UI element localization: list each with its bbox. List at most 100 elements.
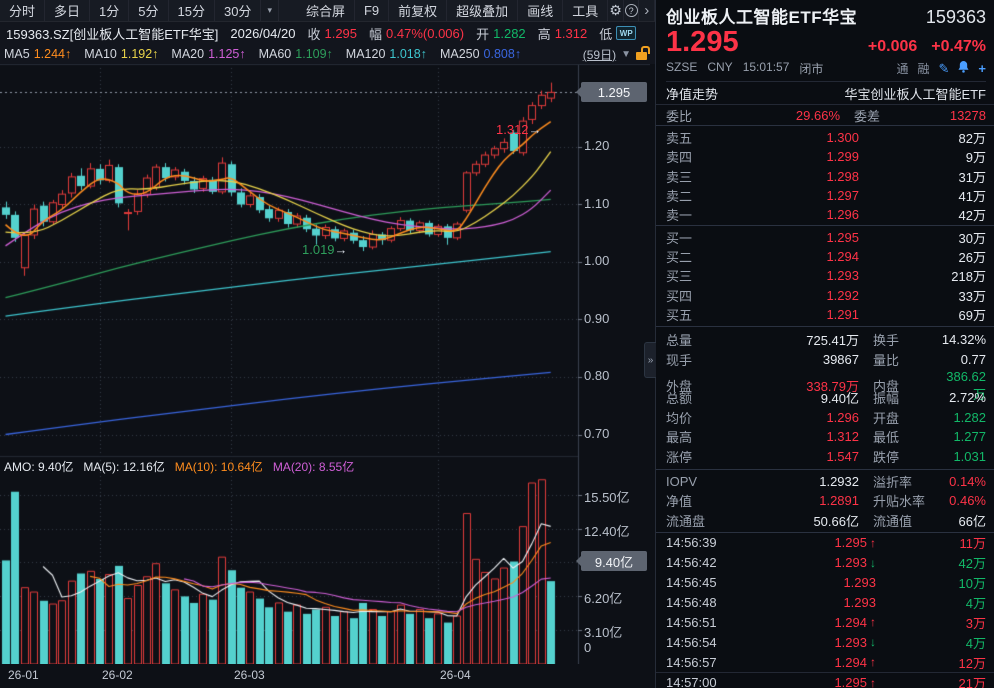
tick-row[interactable]: 14:56:451.29310万: [656, 573, 994, 593]
price-axis-label: 1.00: [584, 253, 609, 268]
stat-label: 总量: [666, 330, 724, 349]
period-59d-selector[interactable]: (59日): [583, 46, 616, 63]
add-watchlist-icon[interactable]: +: [978, 61, 986, 76]
volume-axis-label: 12.40亿: [584, 521, 630, 540]
open-label: 开: [476, 24, 489, 43]
kline-chart[interactable]: [0, 64, 650, 664]
tab-5min[interactable]: 5分: [129, 0, 168, 21]
bid-row[interactable]: 买五1.29169万: [656, 305, 994, 324]
weibi-label: 委比: [666, 106, 722, 125]
tab-15min[interactable]: 15分: [169, 0, 215, 21]
tick-volume: 4万: [876, 633, 986, 652]
alert-bell-icon[interactable]: [958, 61, 969, 76]
tab-super-overlay[interactable]: 超级叠加: [447, 0, 518, 21]
ma250-indicator[interactable]: MA2500.808↑: [440, 47, 521, 61]
bid-row[interactable]: 买一1.29530万: [656, 227, 994, 246]
quote-header: 创业板人工智能ETF华宝 159363 1.295 +0.006 +0.47% …: [656, 0, 994, 82]
panel-collapse-handle[interactable]: »: [644, 342, 656, 378]
tab-1min[interactable]: 1分: [90, 0, 129, 21]
tab-forward-adjusted[interactable]: 前复权: [389, 0, 447, 21]
tick-row[interactable]: 14:57:001.295↑21万: [656, 672, 994, 688]
ma-indicator-bar: MA51.244↑ MA101.192↑ MA201.125↑ MA601.10…: [0, 44, 655, 64]
volume-axis-label: 6.20亿: [584, 588, 622, 607]
unlock-icon[interactable]: [636, 52, 647, 60]
stat-label: 流通值: [859, 511, 941, 530]
date-axis-label: 26-04: [440, 668, 471, 682]
bid-row[interactable]: 买二1.29426万: [656, 247, 994, 266]
ask-price: 1.297: [724, 188, 859, 203]
tick-price: 1.293: [843, 575, 876, 590]
ask-label: 卖四: [666, 147, 724, 166]
ma20-indicator[interactable]: MA201.125↑: [171, 47, 245, 61]
stat-value: 2.72%: [941, 390, 986, 405]
high-value: 1.312: [555, 26, 588, 41]
ma10-indicator[interactable]: MA101.192↑: [84, 47, 158, 61]
ask-label: 卖一: [666, 205, 724, 224]
tick-volume: 42万: [876, 553, 986, 572]
current-amount-badge: 9.40亿: [581, 551, 647, 571]
fund-full-name[interactable]: 华宝创业板人工智能ETF: [844, 84, 986, 103]
trading-app-window: 分时 多日 1分 5分 15分 30分 ▾ 综合屏 F9 前复权 超级叠加 画线…: [0, 0, 994, 688]
edit-pencil-icon[interactable]: ✎: [939, 61, 950, 77]
period-dropdown-icon[interactable]: ▾: [261, 0, 279, 21]
stat-label: 振幅: [859, 388, 941, 407]
tick-row[interactable]: 14:56:391.295↑11万: [656, 533, 994, 553]
tick-volume: 3万: [876, 613, 986, 632]
ask-row[interactable]: 卖四1.2999万: [656, 147, 994, 166]
tab-nav-trend[interactable]: 净值走势: [666, 84, 718, 103]
tick-row[interactable]: 14:56:481.2934万: [656, 593, 994, 613]
settings-gear-icon[interactable]: ⚙: [608, 0, 624, 21]
tab-composite-screen[interactable]: 综合屏: [297, 0, 355, 21]
tick-price: 1.294: [834, 655, 867, 670]
stat-row: 流通盘50.66亿流通值66亿: [656, 510, 994, 529]
chevron-right-icon[interactable]: ›: [639, 0, 655, 21]
period-triangle-icon[interactable]: ▼: [621, 49, 631, 60]
wp-widget-icon[interactable]: WP: [616, 26, 636, 40]
tab-multiday[interactable]: 多日: [45, 0, 90, 21]
ask-row[interactable]: 卖一1.29642万: [656, 205, 994, 224]
volume-axis-label: 0: [584, 640, 591, 655]
tab-30min[interactable]: 30分: [215, 0, 261, 21]
tick-time: 14:56:51: [666, 615, 742, 630]
help-icon[interactable]: ?: [624, 0, 640, 21]
tab-tools[interactable]: 工具: [563, 0, 608, 21]
bid-price: 1.293: [724, 268, 859, 283]
stat-label: 总额: [666, 388, 724, 407]
tick-price-cell: 1.294↑: [742, 655, 876, 670]
toolbar-spacer: [279, 0, 297, 21]
tick-time: 14:56:42: [666, 555, 742, 570]
tick-row[interactable]: 14:56:421.293↓42万: [656, 553, 994, 573]
tick-price: 1.294: [834, 615, 867, 630]
tick-row[interactable]: 14:56:571.294↑12万: [656, 652, 994, 672]
ma5-indicator[interactable]: MA51.244↑: [4, 47, 71, 61]
tab-f9[interactable]: F9: [355, 0, 389, 21]
tab-timeshare[interactable]: 分时: [0, 0, 45, 21]
bid-row[interactable]: 买四1.29233万: [656, 285, 994, 304]
bid-levels: 买一1.29530万买二1.29426万买三1.293218万买四1.29233…: [656, 226, 994, 326]
tick-price: 1.295: [834, 675, 867, 688]
bid-price: 1.291: [724, 307, 859, 322]
stat-value: 1.031: [941, 449, 986, 464]
tab-draw-line[interactable]: 画线: [518, 0, 563, 21]
ma120-indicator[interactable]: MA1201.018↑: [346, 47, 427, 61]
ask-row[interactable]: 卖三1.29831万: [656, 167, 994, 186]
stat-value: 1.547: [724, 449, 859, 464]
ask-row[interactable]: 卖五1.30082万: [656, 128, 994, 147]
ask-row[interactable]: 卖二1.29741万: [656, 186, 994, 205]
bid-row[interactable]: 买三1.293218万: [656, 266, 994, 285]
high-label: 高: [538, 24, 551, 43]
tick-row[interactable]: 14:56:511.294↑3万: [656, 612, 994, 632]
margin-tag[interactable]: 融: [917, 60, 929, 77]
ask-label: 卖二: [666, 186, 724, 205]
stat-label: 净值: [666, 491, 724, 510]
stock-name: 创业板人工智能ETF华宝: [666, 3, 857, 28]
price-axis-label: 1.20: [584, 138, 609, 153]
ma60-indicator[interactable]: MA601.109↑: [259, 47, 333, 61]
tick-row[interactable]: 14:56:541.293↓4万: [656, 632, 994, 652]
tick-price-cell: 1.294↑: [742, 615, 876, 630]
stock-code: 159363: [926, 7, 986, 28]
stock-connect-tag[interactable]: 通: [896, 60, 908, 77]
tick-price: 1.295: [834, 535, 867, 550]
tick-price: 1.293: [843, 595, 876, 610]
weicha-label: 委差: [840, 106, 910, 125]
